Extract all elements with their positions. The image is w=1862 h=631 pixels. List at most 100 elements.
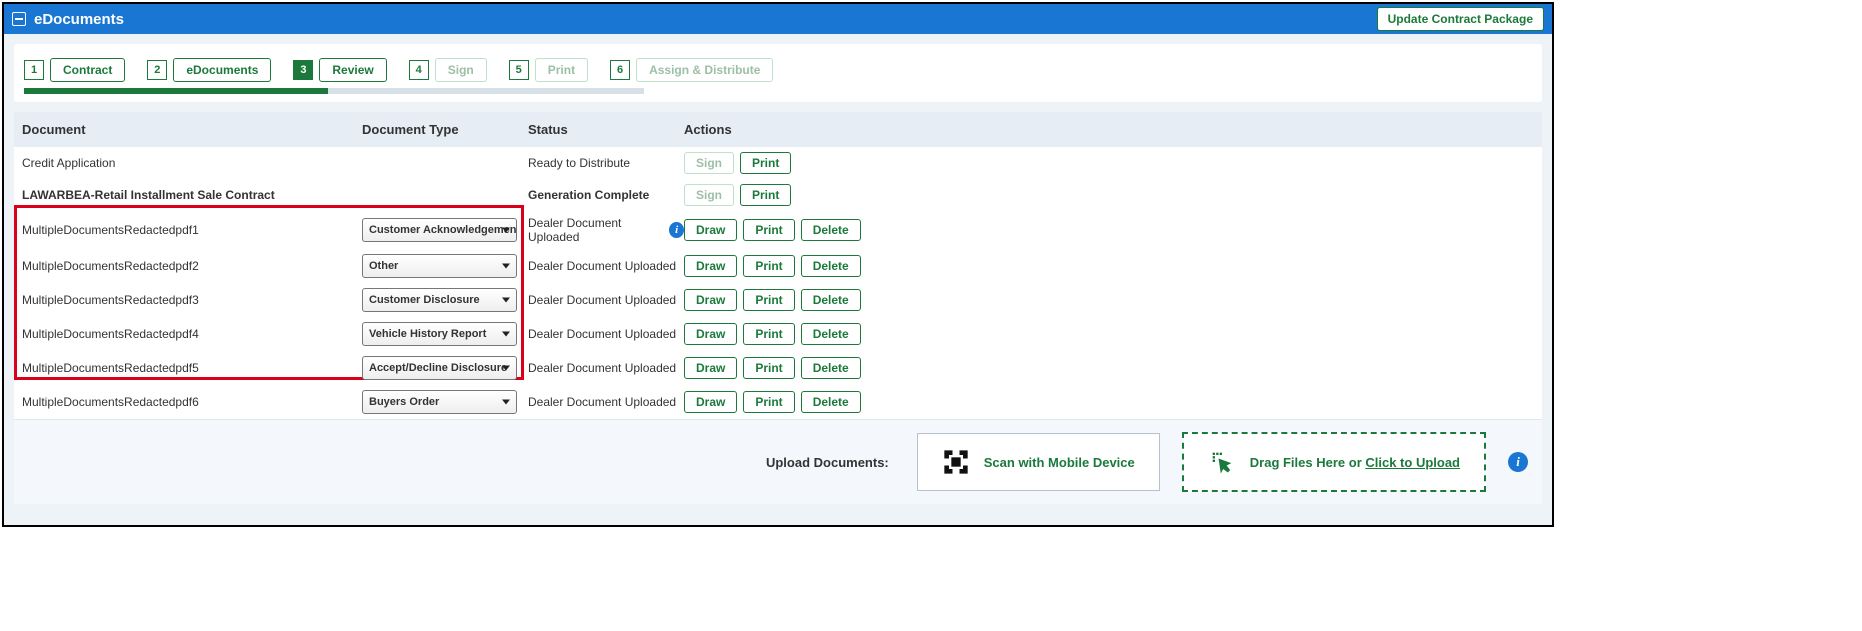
document-type-select[interactable]: Vehicle History Report [362, 322, 517, 346]
collapse-icon[interactable] [12, 12, 26, 26]
step-group-2: 2eDocuments [147, 58, 271, 82]
status-cell: Dealer Document Uploadedi [528, 361, 684, 375]
print-button[interactable]: Print [740, 184, 791, 206]
steps-panel: 1 Contract 2eDocuments 3Review 4Sign 5 Print 6A… [14, 44, 1542, 102]
actions-cell: Draw Print Delete [684, 391, 1534, 413]
status-text: Dealer Document Uploaded [528, 293, 676, 307]
status-cell: Dealer Document Uploadedi [528, 259, 684, 273]
document-type-select[interactable]: Customer Acknowledgement [362, 218, 517, 242]
document-name: MultipleDocumentsRedactedpdf6 [22, 395, 362, 409]
info-icon[interactable]: i [1508, 452, 1528, 472]
print-button[interactable]: Print [743, 357, 794, 379]
step-group-6: 6Assign & Distribute [610, 58, 773, 82]
draw-button[interactable]: Draw [684, 289, 737, 311]
table-header: Document Document Type Status Actions [14, 112, 1542, 147]
table-row: MultipleDocumentsRedactedpdf3Customer Di… [14, 283, 1542, 317]
step-group-5: 5 Print [509, 58, 588, 82]
step-group-3: 3Review [293, 58, 386, 82]
document-type-cell: Other [362, 254, 528, 278]
step-button-print: Print [535, 58, 588, 82]
table-row: MultipleDocumentsRedactedpdf1Customer Ac… [14, 211, 1542, 249]
actions-cell: Draw Print Delete [684, 219, 1534, 241]
step-button-assign-distribute: Assign & Distribute [636, 58, 773, 82]
draw-button[interactable]: Draw [684, 391, 737, 413]
print-button[interactable]: Print [743, 219, 794, 241]
steps-progress-fill [24, 88, 328, 94]
document-type-cell: Customer Acknowledgement [362, 218, 528, 242]
delete-button[interactable]: Delete [801, 289, 861, 311]
drag-upload-icon [1208, 448, 1236, 476]
print-button[interactable]: Print [743, 323, 794, 345]
status-cell: Generation Completei [528, 188, 684, 202]
scan-mobile-button[interactable]: Scan with Mobile Device [917, 433, 1160, 491]
dropzone-link[interactable]: Click to Upload [1365, 455, 1460, 470]
actions-cell: SignPrint [684, 152, 1534, 174]
status-text: Dealer Document Uploaded [528, 216, 663, 244]
status-text: Dealer Document Uploaded [528, 327, 676, 341]
documents-table: Document Document Type Status Actions Cr… [14, 112, 1542, 504]
draw-button[interactable]: Draw [684, 255, 737, 277]
step-group-4: 4Sign [409, 58, 487, 82]
steps-progress [24, 88, 644, 94]
status-text: Ready to Distribute [528, 156, 630, 170]
delete-button[interactable]: Delete [801, 219, 861, 241]
delete-button[interactable]: Delete [801, 323, 861, 345]
table-row: MultipleDocumentsRedactedpdf6Buyers Orde… [14, 385, 1542, 419]
table-row: MultipleDocumentsRedactedpdf4Vehicle His… [14, 317, 1542, 351]
print-button[interactable]: Print [743, 391, 794, 413]
dropzone-prefix: Drag Files Here or [1250, 455, 1366, 470]
status-cell: Ready to Distributei [528, 156, 684, 170]
document-type-select[interactable]: Accept/Decline Disclosure [362, 356, 517, 380]
document-name: Credit Application [22, 156, 362, 170]
table-row: Credit Application Ready to DistributeiSi… [14, 147, 1542, 179]
status-text: Dealer Document Uploaded [528, 259, 676, 273]
document-type-select[interactable]: Customer Disclosure [362, 288, 517, 312]
col-actions: Actions [684, 122, 1534, 137]
step-number: 4 [409, 60, 429, 80]
draw-button[interactable]: Draw [684, 357, 737, 379]
actions-cell: Draw Print Delete [684, 289, 1534, 311]
step-button-review[interactable]: Review [319, 58, 386, 82]
status-text: Dealer Document Uploaded [528, 361, 676, 375]
draw-button[interactable]: Draw [684, 219, 737, 241]
print-button[interactable]: Print [743, 255, 794, 277]
print-button[interactable]: Print [743, 289, 794, 311]
table-body: Credit ApplicationReady to DistributeiSi… [14, 147, 1542, 419]
document-type-select[interactable]: Other [362, 254, 517, 278]
table-row: LAWARBEA-Retail Installment Sale Contrac… [14, 179, 1542, 211]
document-name: MultipleDocumentsRedactedpdf4 [22, 327, 362, 341]
document-name: LAWARBEA-Retail Installment Sale Contrac… [22, 188, 362, 202]
update-contract-button[interactable]: Update Contract Package [1377, 7, 1544, 31]
status-cell: Dealer Document Uploadedi [528, 327, 684, 341]
status-cell: Dealer Document Uploadedi [528, 293, 684, 307]
print-button[interactable]: Print [740, 152, 791, 174]
status-cell: Dealer Document Uploaded i [528, 216, 684, 244]
file-dropzone[interactable]: Drag Files Here or Click to Upload [1182, 432, 1486, 492]
status-cell: Dealer Document Uploadedi [528, 395, 684, 409]
step-number: 5 [509, 60, 529, 80]
scan-mobile-label: Scan with Mobile Device [984, 455, 1135, 470]
col-type: Document Type [362, 122, 528, 137]
document-name: MultipleDocumentsRedactedpdf5 [22, 361, 362, 375]
draw-button[interactable]: Draw [684, 323, 737, 345]
document-type-cell: Buyers Order [362, 390, 528, 414]
page-title: eDocuments [34, 11, 124, 28]
delete-button[interactable]: Delete [801, 255, 861, 277]
step-button-contract[interactable]: Contract [50, 58, 125, 82]
info-icon[interactable]: i [669, 222, 684, 238]
step-button-edocuments[interactable]: eDocuments [173, 58, 271, 82]
document-name: MultipleDocumentsRedactedpdf3 [22, 293, 362, 307]
actions-cell: Draw Print Delete [684, 255, 1534, 277]
table-row: MultipleDocumentsRedactedpdf2OtherDealer… [14, 249, 1542, 283]
dropzone-text: Drag Files Here or Click to Upload [1250, 455, 1460, 470]
col-document: Document [22, 122, 362, 137]
document-type-cell: Vehicle History Report [362, 322, 528, 346]
delete-button[interactable]: Delete [801, 391, 861, 413]
col-status: Status [528, 122, 684, 137]
delete-button[interactable]: Delete [801, 357, 861, 379]
actions-cell: SignPrint [684, 184, 1534, 206]
document-type-select[interactable]: Buyers Order [362, 390, 517, 414]
app-frame: eDocuments Update Contract Package 1 Cont… [2, 2, 1554, 527]
step-number: 1 [24, 60, 44, 80]
step-group-1: 1 Contract [24, 58, 125, 82]
